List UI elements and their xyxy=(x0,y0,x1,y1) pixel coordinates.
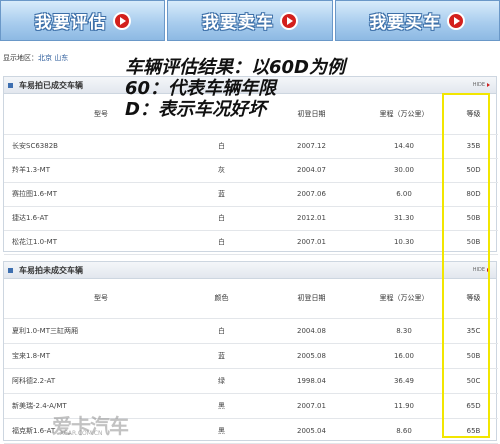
cell-color: 白 xyxy=(179,206,264,231)
cell-mileage: 8.30 xyxy=(359,318,449,344)
table-header-row: 型号 颜色 初登日期 里程（万公里） 等级 xyxy=(4,279,498,319)
col-reg-date: 初登日期 xyxy=(264,279,359,319)
cell-model: 捷达1.6-AT xyxy=(4,206,179,231)
region-value[interactable]: 北京 山东 xyxy=(38,54,68,62)
cell-model: 长安SC6382B xyxy=(4,134,179,159)
cell-model: 松花江1.0-MT xyxy=(4,230,179,255)
cell-mileage: 6.00 xyxy=(359,182,449,207)
cell-mileage: 11.90 xyxy=(359,393,449,419)
cell-model: 阿科德2.2-AT xyxy=(4,368,179,394)
cell-color: 灰 xyxy=(179,158,264,183)
sell-car-button[interactable]: 我要卖车 xyxy=(167,0,333,41)
cell-color: 白 xyxy=(179,134,264,159)
col-mileage: 里程（万公里） xyxy=(359,279,449,319)
play-arrow-icon xyxy=(447,11,466,30)
annotation-line-2: 60：代表车辆年限 xyxy=(125,78,277,99)
top-nav: 我要评估 我要卖车 我要买车 xyxy=(0,0,500,43)
cell-model: 赛拉图1.6-MT xyxy=(4,182,179,207)
cell-date: 2005.04 xyxy=(264,418,359,444)
col-model: 型号 xyxy=(4,279,179,319)
watermark-url: XCAR.COM.CN xyxy=(60,430,103,437)
cell-date: 2007.12 xyxy=(264,134,359,159)
region-label: 显示地区： xyxy=(3,54,38,62)
cell-mileage: 30.00 xyxy=(359,158,449,183)
table-row[interactable]: 阿科德2.2-AT 绿 1998.04 36.49 50C xyxy=(4,368,498,394)
play-arrow-icon xyxy=(279,11,298,30)
cell-color: 蓝 xyxy=(179,343,264,369)
table-row[interactable]: 长安SC6382B 白 2007.12 14.40 35B xyxy=(4,134,498,159)
table-row[interactable]: 赛拉图1.6-MT 蓝 2007.06 6.00 80D xyxy=(4,182,498,207)
section-bullet-icon xyxy=(8,267,13,273)
cell-date: 2007.01 xyxy=(264,393,359,419)
cell-date: 2007.01 xyxy=(264,230,359,255)
cell-mileage: 10.30 xyxy=(359,230,449,255)
play-arrow-icon xyxy=(112,11,131,30)
evaluate-button-label: 我要评估 xyxy=(34,13,107,33)
cell-mileage: 8.60 xyxy=(359,418,449,444)
grade-highlight-box xyxy=(442,93,490,438)
cell-mileage: 36.49 xyxy=(359,368,449,394)
cell-model: 羚羊1.3-MT xyxy=(4,158,179,183)
cell-model: 夏利1.0-MT三缸两厢 xyxy=(4,318,179,344)
table-row[interactable]: 宝来1.8-MT 蓝 2005.08 16.00 50B xyxy=(4,343,498,369)
cell-mileage: 31.30 xyxy=(359,206,449,231)
annotation-line-1: 车辆评估结果：以60D为例 xyxy=(125,57,345,78)
cell-date: 2004.07 xyxy=(264,158,359,183)
unsold-section-header: 车易拍未成交车辆 HIDE xyxy=(4,262,496,279)
section-bullet-icon xyxy=(8,82,13,88)
table-row[interactable]: 夏利1.0-MT三缸两厢白 2004.08 8.30 35C xyxy=(4,318,498,344)
cell-color: 绿 xyxy=(179,368,264,394)
table-row[interactable]: 羚羊1.3-MT 灰 2004.07 30.00 50D xyxy=(4,158,498,183)
table-row[interactable]: 捷达1.6-AT 白 2012.01 31.30 50B xyxy=(4,206,498,231)
cell-color: 白 xyxy=(179,318,264,344)
sell-car-button-label: 我要卖车 xyxy=(201,13,274,33)
cell-color: 黑 xyxy=(179,393,264,419)
cell-mileage: 14.40 xyxy=(359,134,449,159)
col-mileage: 里程（万公里） xyxy=(359,94,449,135)
cell-date: 1998.04 xyxy=(264,368,359,394)
col-color: 颜色 xyxy=(179,279,264,319)
cell-date: 2007.06 xyxy=(264,182,359,207)
cell-mileage: 16.00 xyxy=(359,343,449,369)
sold-section-title: 车易拍已成交车辆 xyxy=(19,80,83,90)
cell-color: 蓝 xyxy=(179,182,264,207)
cell-date: 2012.01 xyxy=(264,206,359,231)
region-selector: 显示地区：北京 山东 xyxy=(3,53,68,63)
buy-car-button-label: 我要买车 xyxy=(369,13,442,33)
cell-color: 黑 xyxy=(179,418,264,444)
cell-model: 宝来1.8-MT xyxy=(4,343,179,369)
hide-toggle[interactable]: HIDE xyxy=(473,82,490,88)
triangle-right-icon xyxy=(487,83,490,87)
cell-color: 白 xyxy=(179,230,264,255)
evaluate-button[interactable]: 我要评估 xyxy=(0,0,166,41)
table-row[interactable]: 松花江1.0-MT 白 2007.01 10.30 50B xyxy=(4,230,498,255)
hide-label: HIDE xyxy=(472,82,485,88)
annotation-line-3: D：表示车况好坏 xyxy=(125,99,266,120)
cell-date: 2005.08 xyxy=(264,343,359,369)
unsold-section-title: 车易拍未成交车辆 xyxy=(19,265,83,275)
annotation-overlay: 车辆评估结果：以60D为例 60：代表车辆年限 D：表示车况好坏 xyxy=(125,57,345,120)
cell-date: 2004.08 xyxy=(264,318,359,344)
buy-car-button[interactable]: 我要买车 xyxy=(334,0,500,41)
